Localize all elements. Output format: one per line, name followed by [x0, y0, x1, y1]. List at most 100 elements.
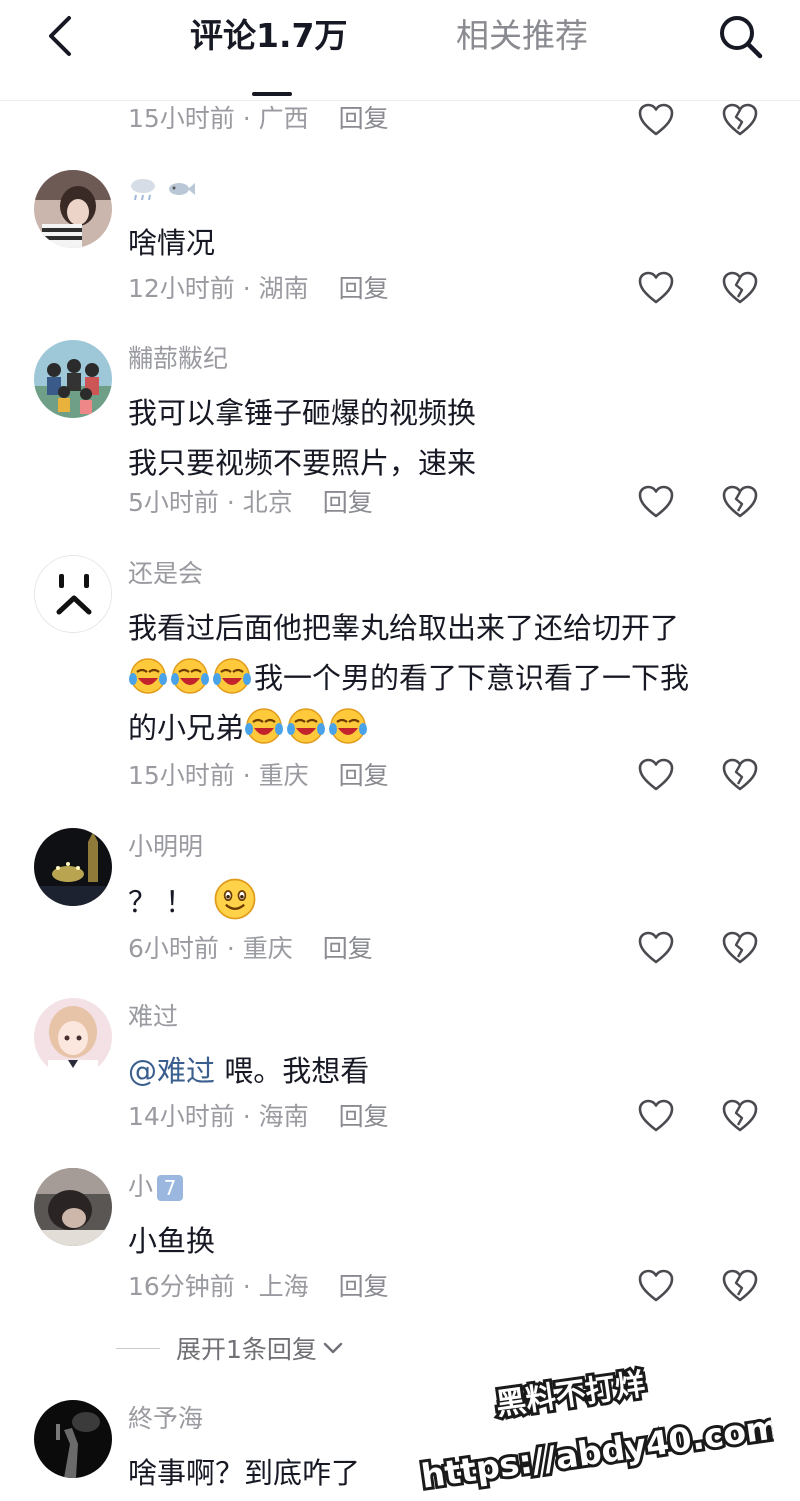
comment-line: 啥事啊？到底咋了 — [128, 1456, 361, 1490]
comment-item: 还是会 我看过后面他把睾丸给取出来了还给切开了 我一个男的看了下意识看了一下我 … — [0, 555, 800, 805]
mention-link[interactable]: @难过 — [128, 1054, 215, 1088]
comments-screen: 评论1.7万 相关推荐 15小时前 · 广西 回复 啥情况 12小时前 · 湖南… — [0, 0, 800, 1501]
comment-time-location: 14小时前 · 海南 — [128, 1102, 309, 1131]
like-button[interactable] — [636, 482, 676, 522]
comment-text: 我可以拿锤子砸爆的视频换 我只要视频不要照片，速来 — [128, 388, 768, 488]
fish-icon — [168, 183, 195, 195]
laughing-crying-emoji — [213, 658, 251, 694]
search-button[interactable] — [712, 8, 768, 64]
avatar[interactable] — [34, 998, 112, 1076]
reply-button[interactable]: 回复 — [339, 1102, 389, 1131]
username[interactable]: 小明明 — [128, 830, 203, 864]
dislike-button[interactable] — [720, 482, 760, 522]
comment-meta: 12小时前 · 湖南 回复 — [128, 272, 389, 306]
reply-button[interactable]: 回复 — [339, 1272, 389, 1301]
comment-line-text: 喂。我想看 — [224, 1054, 370, 1088]
reply-button[interactable]: 回复 — [339, 761, 389, 790]
heart-icon — [638, 485, 674, 518]
avatar-image — [34, 1400, 112, 1478]
tab-related-recommendations[interactable]: 相关推荐 — [456, 14, 588, 58]
comment-item: 終予海 啥事啊？到底咋了 — [0, 1400, 800, 1501]
comment-line: 小鱼换 — [128, 1224, 216, 1258]
comment-line: 我可以拿锤子砸爆的视频换 — [128, 396, 477, 430]
comment-line: 我只要视频不要照片，速来 — [128, 446, 477, 480]
like-button[interactable] — [636, 1096, 676, 1136]
comment-text: 啥事啊？到底咋了 — [128, 1448, 768, 1498]
comment-line-text: ？！ — [128, 885, 203, 919]
comment-line: @难过 喂。我想看 — [128, 1046, 768, 1096]
comment-item: 小7 小鱼换 16分钟前 · 上海 回复 — [0, 1168, 800, 1318]
rain-cloud-icon — [131, 179, 155, 201]
heart-icon — [638, 758, 674, 791]
reply-button[interactable]: 回复 — [339, 274, 389, 303]
dislike-button[interactable] — [720, 1096, 760, 1136]
comment-meta: 15小时前 · 重庆 回复 — [128, 759, 389, 793]
like-button[interactable] — [636, 755, 676, 795]
comment-item: 小明明 ？！ 6小时前 · 重庆 回复 — [0, 828, 800, 978]
avatar-image — [34, 1168, 112, 1246]
like-button[interactable] — [636, 100, 676, 140]
avatar[interactable] — [34, 828, 112, 906]
comment-item: 15小时前 · 广西 回复 — [0, 100, 800, 140]
username[interactable]: 小7 — [128, 1170, 184, 1204]
comment-text: 我看过后面他把睾丸给取出来了还给切开了 我一个男的看了下意识看了一下我 的小兄弟 — [128, 603, 768, 753]
avatar[interactable] — [34, 1400, 112, 1478]
like-button[interactable] — [636, 1266, 676, 1306]
comment-item: 难过 @难过 喂。我想看 14小时前 · 海南 回复 — [0, 998, 800, 1148]
expand-replies-button[interactable]: 展开1条回复 — [116, 1330, 345, 1366]
dislike-button[interactable] — [720, 100, 760, 140]
comment-text: @难过 喂。我想看 — [128, 1046, 768, 1096]
laughing-crying-emoji — [329, 708, 368, 744]
username[interactable]: 終予海 — [128, 1402, 203, 1436]
avatar[interactable] — [34, 555, 112, 633]
dislike-button[interactable] — [720, 268, 760, 308]
laughing-crying-emoji — [171, 658, 209, 694]
tab-comments[interactable]: 评论1.7万 — [190, 14, 347, 58]
active-tab-indicator — [252, 92, 292, 96]
avatar[interactable] — [34, 1168, 112, 1246]
broken-heart-icon — [722, 1269, 758, 1302]
username[interactable]: 还是会 — [128, 557, 203, 591]
chevron-left-icon — [49, 16, 71, 56]
comment-text: 小鱼换 — [128, 1216, 768, 1266]
heart-icon — [638, 271, 674, 304]
like-button[interactable] — [636, 928, 676, 968]
comment-line: 我一个男的看了下意识看了一下我 — [128, 653, 768, 703]
expand-divider — [116, 1347, 160, 1349]
broken-heart-icon — [722, 1099, 758, 1132]
comment-time-location: 15小时前 · 重庆 — [128, 761, 309, 790]
comment-meta: 16分钟前 · 上海 回复 — [128, 1270, 389, 1304]
like-button[interactable] — [636, 268, 676, 308]
chevron-down-icon — [323, 1342, 343, 1354]
comment-line: 我看过后面他把睾丸给取出来了还给切开了 — [128, 611, 680, 645]
avatar[interactable] — [34, 170, 112, 248]
username[interactable] — [128, 172, 196, 206]
username[interactable]: 难过 — [128, 1000, 178, 1034]
avatar-image — [34, 828, 112, 906]
username-text: 小 — [128, 1172, 154, 1201]
laughing-crying-emoji — [287, 708, 326, 744]
avatar-image — [34, 170, 112, 248]
avatar-image — [34, 340, 112, 418]
comment-time-location: 6小时前 · 重庆 — [128, 934, 293, 963]
avatar-image — [35, 556, 111, 632]
dislike-button[interactable] — [720, 755, 760, 795]
heart-icon — [638, 1269, 674, 1302]
broken-heart-icon — [722, 485, 758, 518]
number-badge: 7 — [157, 1175, 184, 1201]
comment-item: 黼蔀黻纪 我可以拿锤子砸爆的视频换 我只要视频不要照片，速来 5小时前 · 北京… — [0, 340, 800, 530]
back-button[interactable] — [36, 12, 84, 60]
comment-text: ？！ — [128, 876, 768, 927]
avatar[interactable] — [34, 340, 112, 418]
comment-text: 啥情况 — [128, 218, 768, 268]
comment-time-location: 15小时前 · 广西 — [128, 104, 309, 133]
username[interactable]: 黼蔀黻纪 — [128, 342, 228, 376]
broken-heart-icon — [722, 271, 758, 304]
dislike-button[interactable] — [720, 928, 760, 968]
reply-button[interactable]: 回复 — [323, 934, 373, 963]
comment-meta: 14小时前 · 海南 回复 — [128, 1100, 389, 1134]
smiling-face-emoji — [214, 878, 256, 920]
reply-button[interactable]: 回复 — [323, 488, 373, 517]
reply-button[interactable]: 回复 — [339, 104, 389, 133]
dislike-button[interactable] — [720, 1266, 760, 1306]
